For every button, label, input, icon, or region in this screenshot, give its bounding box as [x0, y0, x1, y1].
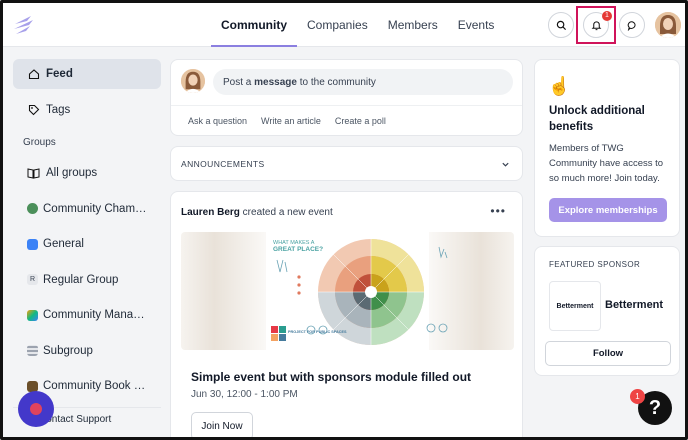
sidebar-item-tags[interactable]: Tags — [13, 95, 161, 125]
sidebar-item-label: Tags — [46, 103, 71, 116]
pointing-hand-icon: ☝️ — [548, 76, 571, 96]
sidebar-item-label: Community Managers — [43, 309, 148, 321]
post-header: Lauren Berg created a new event — [181, 207, 333, 218]
chat-widget-icon — [30, 403, 42, 415]
composer-avatar — [181, 69, 205, 93]
group-icon — [27, 380, 38, 392]
home-icon — [27, 68, 40, 81]
event-title[interactable]: Simple event but with sponsors module fi… — [191, 370, 471, 384]
user-avatar[interactable] — [655, 12, 681, 38]
group-icon — [27, 345, 38, 356]
composer-input[interactable]: Post a message to the community — [213, 69, 513, 95]
follow-sponsor-button[interactable]: Follow — [545, 341, 671, 366]
unlock-description: Members of TWG Community have access to … — [549, 143, 664, 184]
help-badge: 1 — [630, 389, 645, 404]
nav-tab-companies[interactable]: Companies — [297, 3, 378, 47]
sidebar-item-group[interactable]: Community Champions — [13, 194, 161, 224]
user-avatar-image — [655, 12, 681, 38]
sidebar-item-group[interactable]: General — [13, 229, 161, 259]
announcements-label: ANNOUNCEMENTS — [181, 159, 265, 169]
group-icon — [27, 238, 38, 250]
more-options-icon[interactable]: ••• — [490, 204, 506, 218]
event-post-card: Lauren Berg created a new event ••• WHAT… — [170, 191, 523, 437]
create-poll-button[interactable]: Create a poll — [335, 116, 386, 126]
main-nav: Community Companies Members Events — [211, 3, 504, 47]
sidebar-item-label: Feed — [46, 68, 73, 80]
post-author[interactable]: Lauren Berg — [181, 207, 240, 218]
join-now-button[interactable]: Join Now — [191, 412, 253, 437]
search-button[interactable] — [548, 12, 574, 38]
composer-actions: Ask a question Write an article Create a… — [171, 105, 522, 136]
sidebar-item-all-groups[interactable]: All groups — [13, 158, 161, 188]
sidebar-item-label: All groups — [46, 167, 98, 179]
app-frame: Community Companies Members Events 1 Fee… — [0, 0, 688, 440]
nav-tab-members[interactable]: Members — [378, 3, 448, 47]
sidebar-item-label: Community Champions — [43, 202, 148, 215]
group-icon — [27, 309, 38, 321]
messages-button[interactable] — [619, 12, 645, 38]
tag-icon — [27, 103, 40, 116]
nav-tab-events[interactable]: Events — [448, 3, 505, 47]
sidebar-item-label: Regular Group — [43, 273, 119, 286]
featured-sponsor-card: FEATURED SPONSOR Betterment Betterment F… — [534, 246, 680, 376]
sidebar-item-feed[interactable]: Feed — [13, 59, 161, 89]
chat-widget-button[interactable] — [18, 391, 54, 427]
sponsor-name[interactable]: Betterment — [605, 299, 663, 311]
composer-prompt-suffix: to the community — [296, 76, 376, 88]
sidebar-item-group[interactable]: Community Managers — [13, 300, 161, 330]
globe-icon — [27, 203, 38, 214]
image-heading-line2: GREAT PLACE? — [273, 246, 323, 253]
composer-prompt-bold: message — [254, 76, 297, 88]
event-cover-image[interactable]: WHAT MAKES A GREAT PLACE? PROJECT FOR PU… — [181, 232, 514, 350]
sidebar-item-group[interactable]: Subgroup — [13, 336, 161, 366]
announcements-collapsible[interactable]: ANNOUNCEMENTS — [170, 146, 523, 181]
top-header: Community Companies Members Events 1 — [3, 3, 685, 47]
sponsor-logo[interactable]: Betterment — [549, 281, 601, 331]
nav-tab-community[interactable]: Community — [211, 3, 297, 47]
featured-sponsor-label: FEATURED SPONSOR — [549, 260, 641, 269]
bell-icon — [591, 20, 601, 30]
post-composer: Post a message to the community Ask a qu… — [170, 59, 523, 136]
explore-memberships-button[interactable]: Explore memberships — [549, 198, 667, 222]
unlock-benefits-card: ☝️ Unlock additional benefits Members of… — [534, 59, 680, 237]
sidebar-item-label: Subgroup — [43, 344, 93, 357]
letter-icon: R — [27, 274, 38, 285]
notification-count-badge: 1 — [602, 11, 612, 21]
left-sidebar: Feed Tags Groups All groups Community Ch… — [13, 59, 161, 436]
post-action-text: created a new event — [239, 207, 333, 218]
unlock-title: Unlock additional benefits — [549, 105, 645, 133]
groups-heading: Groups — [23, 136, 56, 148]
chevron-down-icon — [502, 162, 509, 167]
composer-prompt-prefix: Post a — [223, 76, 255, 88]
search-icon — [556, 20, 566, 30]
place-diagram-image: WHAT MAKES A GREAT PLACE? PROJECT FOR PU… — [266, 232, 448, 350]
event-date: Jun 30, 12:00 - 1:00 PM — [191, 389, 298, 400]
sidebar-item-label: Community Book Club — [43, 380, 148, 392]
write-article-button[interactable]: Write an article — [261, 116, 321, 126]
image-logo-text: PROJECT FOR PUBLIC SPACES — [288, 330, 347, 334]
ask-question-button[interactable]: Ask a question — [188, 116, 247, 126]
composer-avatar-image — [181, 69, 205, 93]
sidebar-item-label: General — [43, 238, 84, 250]
chat-icon — [627, 20, 636, 31]
book-icon — [27, 167, 40, 180]
sidebar-item-group[interactable]: R Regular Group — [13, 265, 161, 295]
app-logo-icon[interactable] — [11, 12, 37, 38]
